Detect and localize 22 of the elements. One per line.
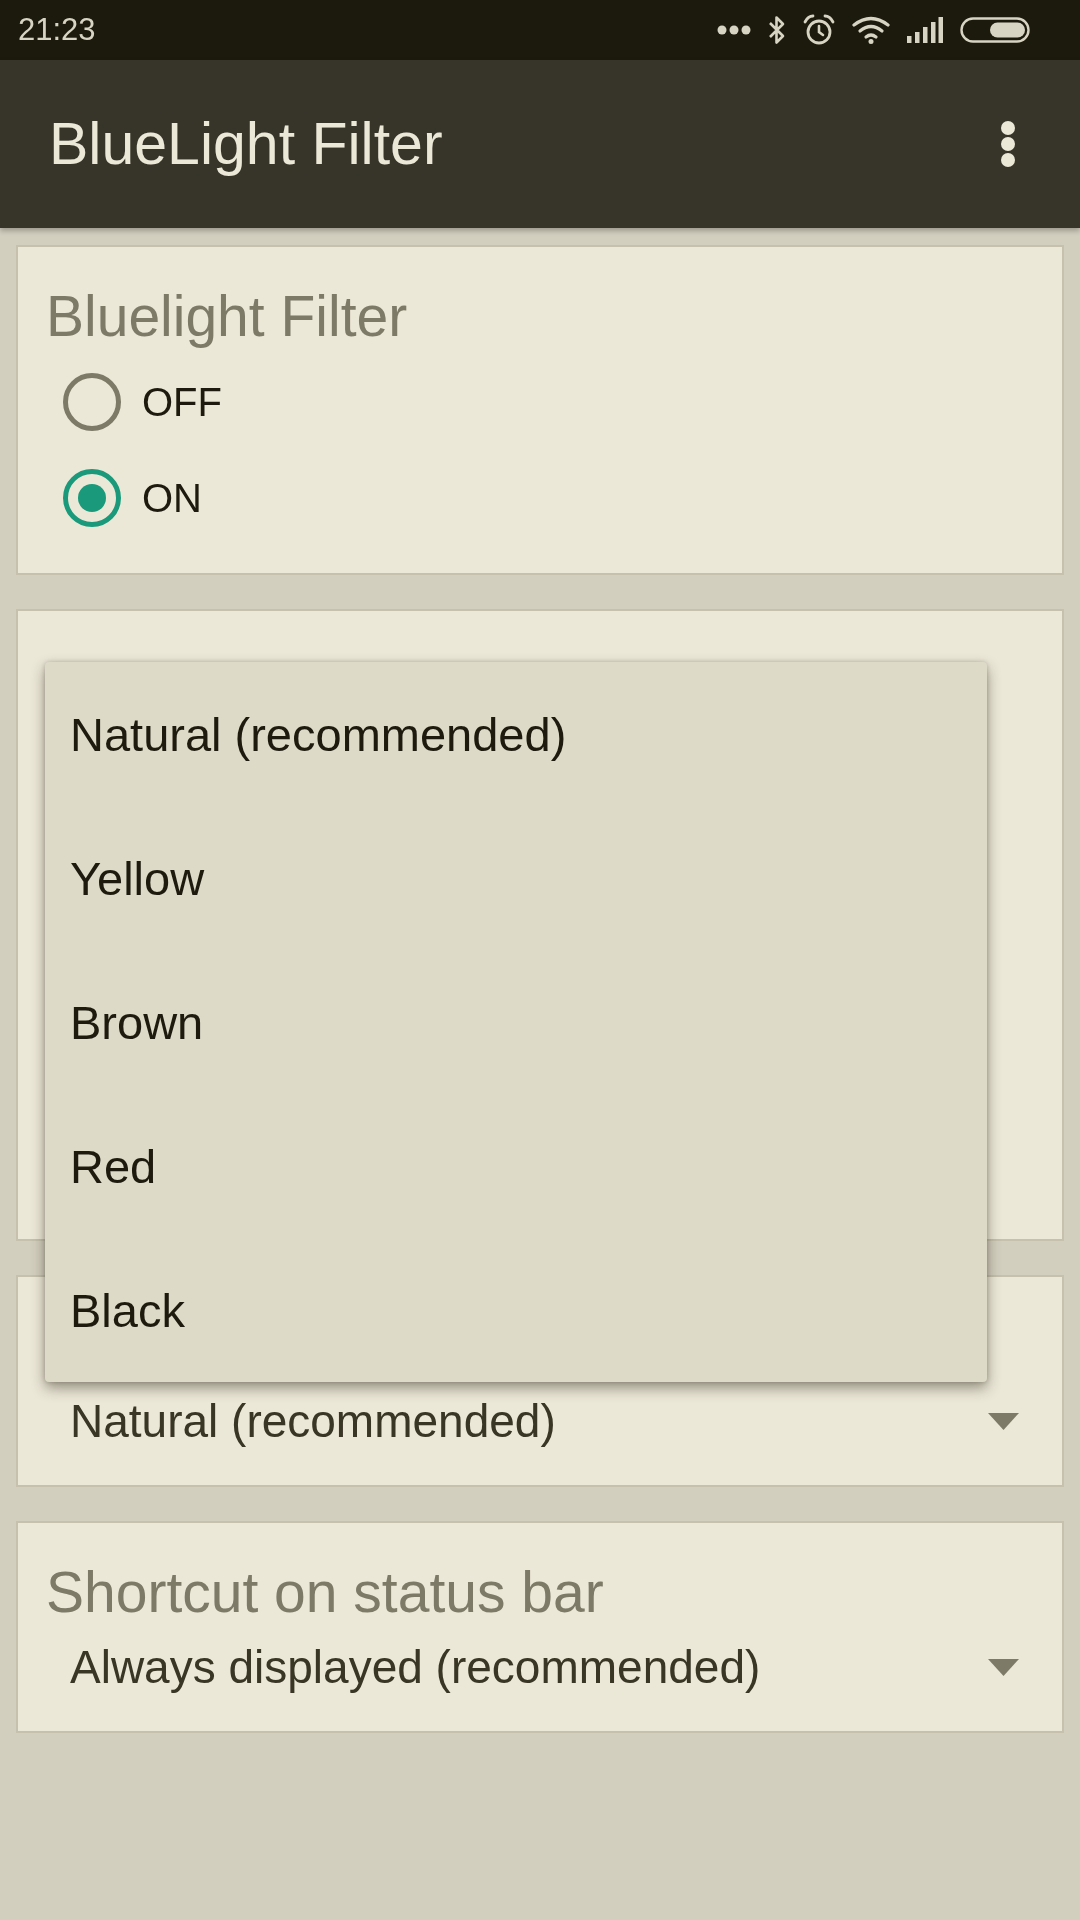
bluetooth-icon — [768, 15, 786, 45]
menu-item[interactable]: Natural (recommended) — [45, 662, 987, 806]
caret-icon — [988, 1658, 1019, 1676]
menu-item[interactable]: Brown — [45, 950, 987, 1094]
status-time: 21:23 — [18, 12, 96, 48]
menu-item[interactable]: Black — [45, 1238, 987, 1382]
menu-item[interactable]: Red — [45, 1094, 987, 1238]
battery-icon — [960, 17, 1030, 43]
alarm-clock-icon — [803, 14, 835, 46]
card-title: Shortcut on status bar — [46, 1559, 604, 1626]
more-dots-icon — [717, 25, 751, 35]
dropdown-field[interactable]: Natural (recommended) — [46, 1391, 1019, 1451]
signal-icon — [907, 17, 943, 43]
wifi-icon — [852, 16, 890, 44]
card-title: Bluelight Filter — [46, 283, 408, 350]
dropdown-field[interactable]: Always displayed (recommended) — [46, 1637, 1019, 1697]
radio-option[interactable]: ON — [63, 450, 212, 546]
caret-icon — [988, 1412, 1019, 1430]
menu-item[interactable]: Yellow — [45, 806, 987, 950]
menu-icon[interactable] — [1000, 121, 1016, 167]
app-title: BlueLight Filter — [49, 110, 443, 178]
radio-option[interactable]: OFF — [63, 354, 232, 450]
